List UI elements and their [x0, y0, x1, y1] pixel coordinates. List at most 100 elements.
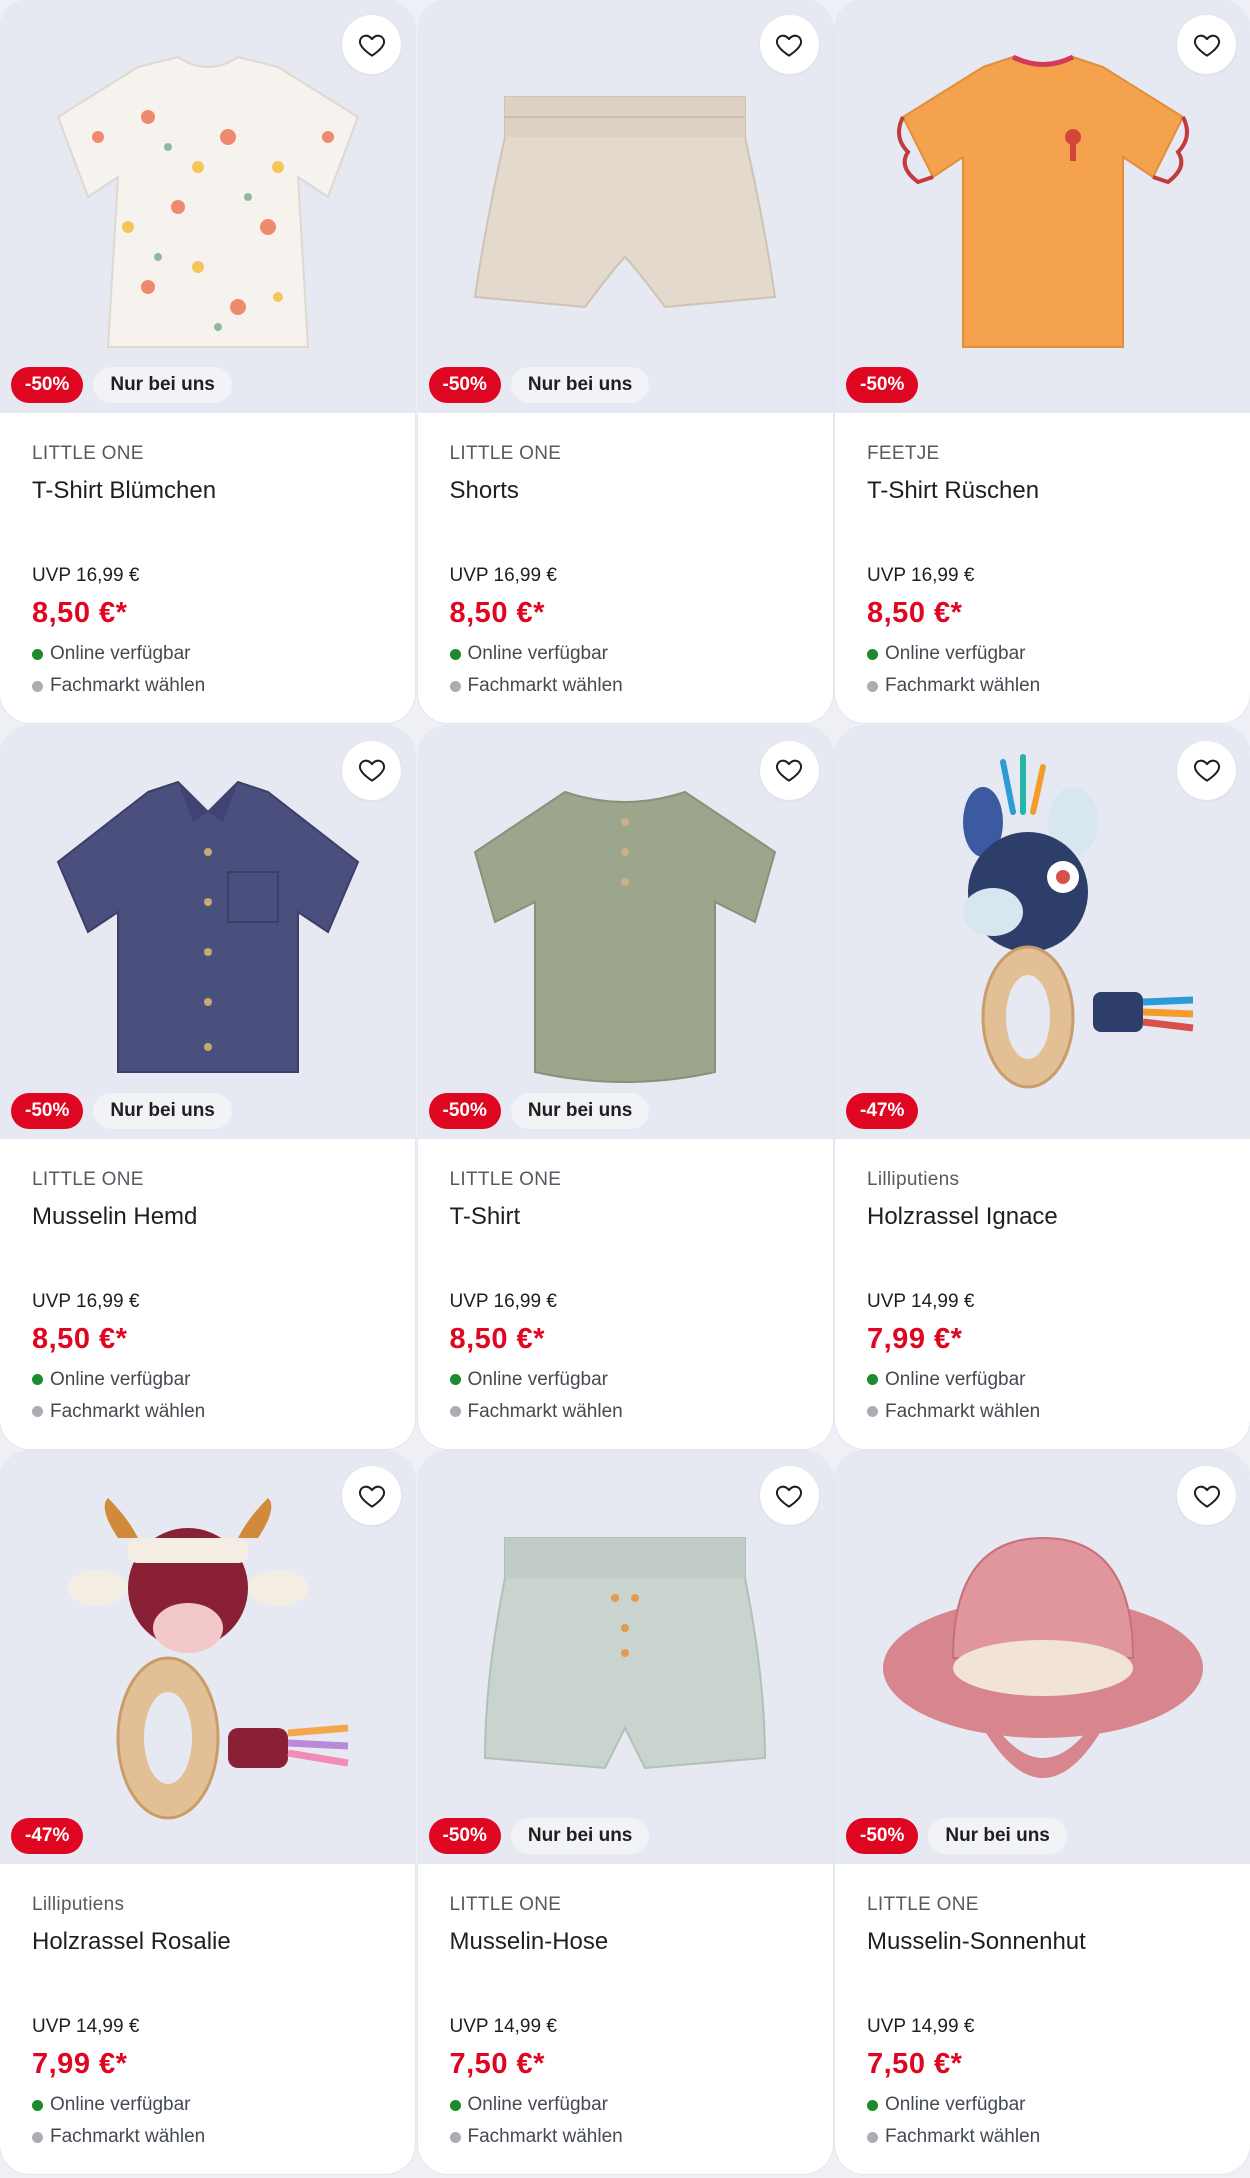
online-availability: Online verfügbar — [449, 1369, 608, 1391]
discount-badge: -50% — [11, 1092, 84, 1129]
product-title[interactable]: T-Shirt Blümchen — [32, 477, 395, 509]
availability-label: Online verfügbar — [50, 1368, 191, 1390]
product-price: 7,50 €* — [449, 2048, 545, 2080]
store-selector[interactable]: Fachmarkt wählen — [449, 2126, 623, 2148]
store-label[interactable]: Fachmarkt wählen — [885, 1401, 1040, 1423]
online-availability: Online verfügbar — [867, 2094, 1025, 2116]
product-title[interactable]: Shorts — [450, 477, 813, 509]
badge-row: -47% — [846, 1092, 919, 1129]
store-label[interactable]: Fachmarkt wählen — [468, 1401, 623, 1423]
product-info: LITTLE ONE Musselin-Hose — [450, 1894, 813, 1960]
exclusive-badge: Nur bei uns — [928, 1818, 1067, 1854]
store-selector[interactable]: Fachmarkt wählen — [449, 1401, 623, 1423]
product-card[interactable]: -50% Nur bei uns LITTLE ONE T-Shirt UVP … — [417, 725, 833, 1449]
discount-badge: -50% — [846, 367, 919, 403]
store-selector[interactable]: Fachmarkt wählen — [32, 675, 205, 697]
heart-icon — [774, 755, 804, 785]
product-info: LITTLE ONE Musselin Hemd — [32, 1169, 395, 1235]
heart-icon — [1192, 1481, 1222, 1511]
product-info: Lilliputiens Holzrassel Ignace — [867, 1169, 1230, 1235]
availability-label: Online verfügbar — [885, 1368, 1026, 1390]
store-dot-icon — [32, 1406, 43, 1417]
store-label[interactable]: Fachmarkt wählen — [885, 675, 1040, 697]
product-uvp: UVP 14,99 € — [449, 2016, 557, 2037]
wishlist-button[interactable] — [1177, 1466, 1236, 1525]
wishlist-button[interactable] — [342, 1466, 401, 1525]
available-dot-icon — [449, 648, 461, 660]
product-card[interactable]: -50% FEETJE T-Shirt Rüschen UVP 16,99 € … — [835, 0, 1250, 723]
availability-label: Online verfügbar — [467, 643, 608, 664]
store-dot-icon — [449, 680, 461, 692]
product-brand: LITTLE ONE — [449, 443, 562, 464]
store-dot-icon — [867, 680, 878, 692]
discount-badge: -50% — [846, 1818, 919, 1854]
discount-badge: -50% — [428, 1818, 501, 1854]
product-title[interactable]: Musselin-Sonnenhut — [867, 1928, 1230, 1960]
wishlist-button[interactable] — [759, 15, 819, 74]
product-info: LITTLE ONE Musselin-Sonnenhut — [867, 1894, 1230, 1960]
availability-label: Online verfügbar — [467, 2094, 608, 2115]
store-selector[interactable]: Fachmarkt wählen — [867, 2126, 1040, 2148]
wishlist-button[interactable] — [342, 15, 401, 74]
product-card[interactable]: -47% Lilliputiens Holzrassel Rosalie UVP… — [0, 1451, 415, 2174]
store-label[interactable]: Fachmarkt wählen — [468, 675, 623, 697]
store-label[interactable]: Fachmarkt wählen — [468, 2126, 623, 2148]
product-title[interactable]: T-Shirt — [450, 1203, 813, 1235]
product-brand: LITTLE ONE — [449, 1894, 562, 1915]
badge-row: -50% Nur bei uns — [846, 1818, 1067, 1854]
store-label[interactable]: Fachmarkt wählen — [50, 1401, 205, 1423]
availability-label: Online verfügbar — [50, 2094, 191, 2115]
store-label[interactable]: Fachmarkt wählen — [50, 2126, 205, 2148]
product-price: 8,50 €* — [867, 597, 963, 629]
online-availability: Online verfügbar — [867, 1369, 1025, 1391]
wishlist-button[interactable] — [342, 740, 401, 800]
available-dot-icon — [32, 2099, 43, 2111]
store-dot-icon — [867, 2131, 878, 2143]
product-title[interactable]: Musselin Hemd — [32, 1203, 395, 1235]
store-selector[interactable]: Fachmarkt wählen — [32, 1401, 205, 1423]
store-dot-icon — [867, 1406, 878, 1417]
available-dot-icon — [32, 648, 43, 660]
product-brand: LITTLE ONE — [867, 1894, 979, 1915]
discount-badge: -47% — [11, 1818, 84, 1854]
badge-row: -50% Nur bei uns — [428, 1092, 650, 1129]
badge-row: -50% Nur bei uns — [428, 367, 650, 403]
wishlist-button[interactable] — [1177, 740, 1236, 800]
discount-badge: -50% — [428, 367, 501, 403]
online-availability: Online verfügbar — [32, 1369, 190, 1391]
store-selector[interactable]: Fachmarkt wählen — [449, 675, 623, 697]
store-label[interactable]: Fachmarkt wählen — [885, 2126, 1040, 2148]
wishlist-button[interactable] — [759, 1466, 819, 1525]
product-card[interactable]: -47% Lilliputiens Holzrassel Ignace UVP … — [835, 725, 1250, 1449]
available-dot-icon — [867, 2099, 878, 2111]
product-title[interactable]: T-Shirt Rüschen — [867, 477, 1230, 509]
product-price: 7,50 €* — [867, 2048, 963, 2080]
product-uvp: UVP 16,99 € — [867, 565, 975, 586]
product-grid: -50% Nur bei uns LITTLE ONE T-Shirt Blüm… — [0, 0, 1250, 2178]
product-brand: FEETJE — [867, 443, 940, 464]
store-label[interactable]: Fachmarkt wählen — [50, 675, 205, 697]
product-title[interactable]: Musselin-Hose — [450, 1928, 813, 1960]
product-card[interactable]: -50% Nur bei uns LITTLE ONE Musselin-Son… — [835, 1451, 1250, 2174]
store-selector[interactable]: Fachmarkt wählen — [867, 675, 1040, 697]
product-title[interactable]: Holzrassel Ignace — [867, 1203, 1230, 1235]
store-dot-icon — [32, 680, 43, 692]
product-title[interactable]: Holzrassel Rosalie — [32, 1928, 395, 1960]
product-card[interactable]: -50% Nur bei uns LITTLE ONE Shorts UVP 1… — [417, 0, 833, 723]
wishlist-button[interactable] — [1177, 15, 1236, 74]
badge-row: -50% Nur bei uns — [11, 367, 232, 403]
store-selector[interactable]: Fachmarkt wählen — [867, 1401, 1040, 1423]
product-brand: LITTLE ONE — [32, 443, 144, 464]
badge-row: -50% — [846, 367, 919, 403]
product-info: LITTLE ONE T-Shirt Blümchen — [32, 443, 395, 509]
exclusive-badge: Nur bei uns — [510, 1092, 650, 1129]
product-info: FEETJE T-Shirt Rüschen — [867, 443, 1230, 509]
product-card[interactable]: -50% Nur bei uns LITTLE ONE Musselin Hem… — [0, 725, 415, 1449]
exclusive-badge: Nur bei uns — [510, 367, 650, 403]
product-uvp: UVP 16,99 € — [32, 565, 140, 586]
store-selector[interactable]: Fachmarkt wählen — [32, 2126, 205, 2148]
product-card[interactable]: -50% Nur bei uns LITTLE ONE Musselin-Hos… — [417, 1451, 833, 2174]
wishlist-button[interactable] — [759, 740, 819, 800]
product-card[interactable]: -50% Nur bei uns LITTLE ONE T-Shirt Blüm… — [0, 0, 415, 723]
product-uvp: UVP 14,99 € — [867, 1290, 975, 1312]
